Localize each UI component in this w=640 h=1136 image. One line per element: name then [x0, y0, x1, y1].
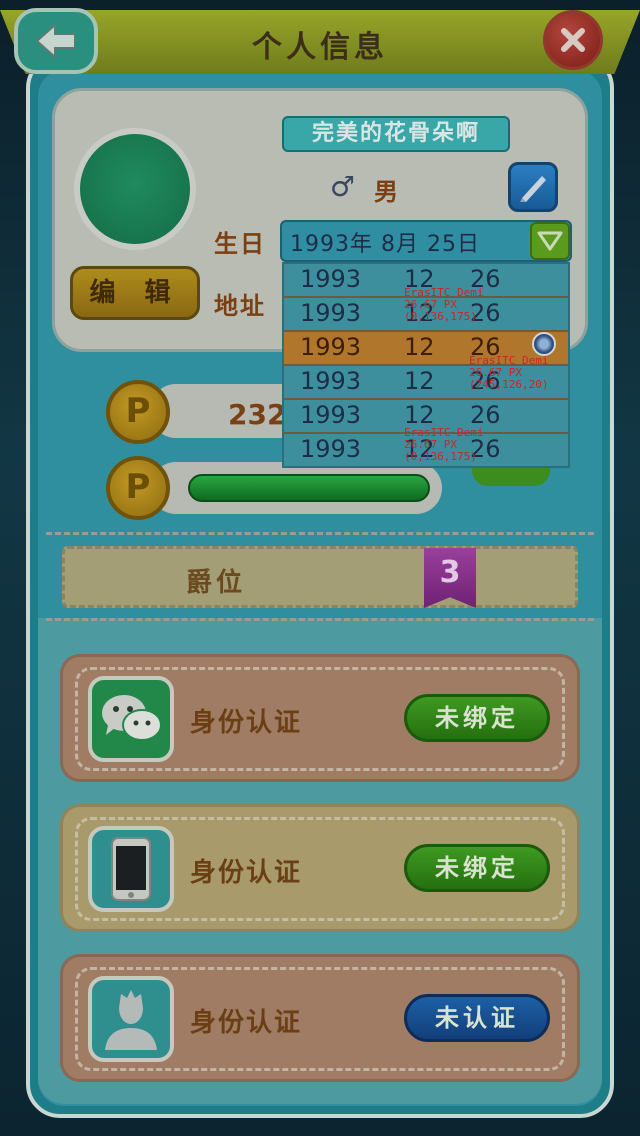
rank-label: 爵位 [186, 568, 247, 598]
male-icon: ♂ [330, 170, 356, 203]
back-button[interactable] [14, 8, 98, 74]
coin-icon: P [106, 380, 170, 444]
design-annotation: ErasITC Demi 26.67 PX (0,136,175) [404, 286, 484, 323]
option-month: 12 [404, 333, 435, 361]
option-day: 26 [470, 401, 501, 429]
address-label: 地址 [214, 292, 266, 320]
rank-card [62, 546, 578, 608]
close-x-icon [561, 28, 585, 52]
selected-radio-icon [532, 332, 556, 356]
auth-label: 身份认证 [190, 858, 303, 888]
experience-fill [188, 474, 430, 502]
bind-phone-button[interactable]: 未绑定 [404, 844, 550, 892]
divider [46, 532, 594, 535]
chevron-down-icon [537, 231, 563, 251]
pen-icon [520, 176, 546, 202]
birthday-value: 1993年 8月 25日 [290, 232, 480, 257]
option-year: 1993 [300, 435, 362, 463]
birthday-label: 生日 [214, 230, 266, 258]
person-icon [88, 976, 174, 1062]
nickname: 完美的花骨朵啊 [282, 116, 510, 152]
wechat-icon [88, 676, 174, 762]
coin-icon: P [106, 456, 170, 520]
option-year: 1993 [300, 401, 362, 429]
option-year: 1993 [300, 265, 362, 293]
points-value: 232 [228, 398, 287, 431]
option-year: 1993 [300, 299, 362, 327]
verify-identity-button[interactable]: 未认证 [404, 994, 550, 1042]
edit-profile-button[interactable] [508, 162, 558, 212]
auth-label: 身份认证 [190, 1008, 303, 1038]
bind-wechat-button[interactable]: 未绑定 [404, 694, 550, 742]
avatar[interactable] [74, 128, 196, 250]
design-annotation: ErasITC Demi 26.67 PX (0,136,175) [404, 426, 484, 463]
close-button[interactable] [543, 10, 603, 70]
gender-value: 男 [374, 178, 398, 206]
arrow-left-icon [35, 22, 76, 60]
option-month: 12 [404, 401, 435, 429]
option-month: 12 [404, 367, 435, 395]
option-year: 1993 [300, 333, 362, 361]
dropdown-toggle[interactable] [530, 222, 570, 260]
divider [46, 618, 594, 621]
phone-icon [88, 826, 174, 912]
option-year: 1993 [300, 367, 362, 395]
design-annotation: ErasITC Demi 26.67 PX (245,126,20) [469, 354, 549, 391]
edit-avatar-button[interactable]: 编 辑 [70, 266, 200, 320]
auth-label: 身份认证 [190, 708, 303, 738]
